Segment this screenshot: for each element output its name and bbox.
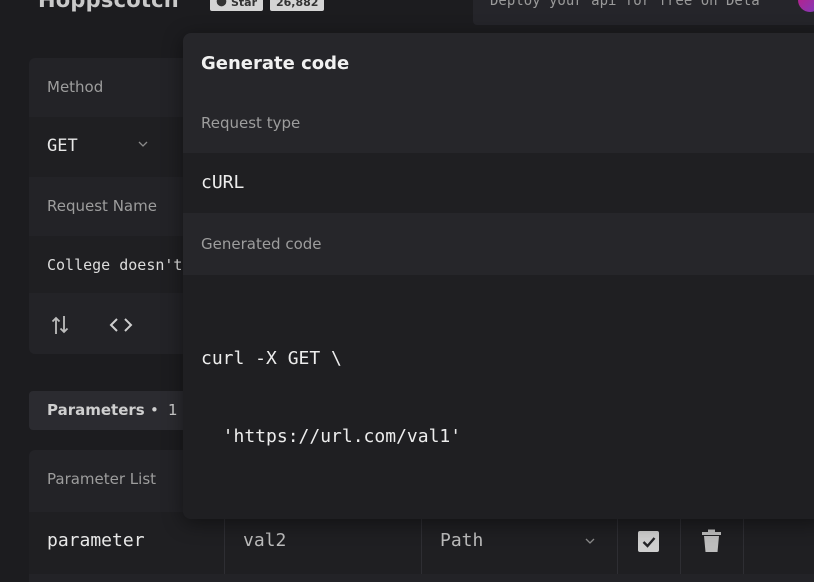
code-line: 'https://url.com/val1' (201, 426, 462, 447)
brand-logo-text[interactable]: Hoppscotch (38, 0, 179, 12)
github-icon (216, 0, 227, 10)
generated-code-label: Generated code (201, 235, 322, 253)
parameters-count-badge: 1 (168, 401, 178, 419)
method-label: Method (47, 78, 104, 96)
deta-logo-icon (798, 0, 814, 12)
code-brackets-icon[interactable] (107, 311, 135, 339)
deploy-banner-text: Deploy your api for free on Deta (490, 0, 760, 9)
request-name-label: Request Name (47, 197, 157, 215)
github-star-label: Star (231, 0, 258, 9)
github-star-button[interactable]: Star (210, 0, 264, 11)
cell-divider (617, 512, 618, 574)
checkbox-checked-icon[interactable] (638, 531, 659, 552)
request-name-value: College doesn't (47, 256, 183, 274)
cell-divider (421, 512, 422, 574)
github-star-count[interactable]: 26,882 (270, 0, 325, 11)
generated-code-block[interactable]: curl -X GET \ 'https://url.com/val1' (201, 294, 461, 476)
deploy-banner[interactable]: Deploy your api for free on Deta (473, 0, 814, 25)
cell-divider (680, 512, 681, 574)
request-type-select[interactable] (183, 153, 814, 213)
code-line: curl -X GET \ (201, 348, 342, 369)
request-type-label: Request type (201, 114, 301, 132)
swap-vertical-icon[interactable] (46, 311, 74, 339)
parameter-value-input[interactable]: val2 (243, 530, 286, 551)
chevron-down-icon[interactable] (585, 537, 595, 548)
method-value: GET (47, 136, 78, 156)
parameter-type-select[interactable]: Path (440, 530, 483, 551)
parameters-separator: • (150, 401, 159, 419)
cell-divider (743, 512, 744, 574)
parameters-tab-label: Parameters (47, 401, 145, 419)
cell-divider (224, 512, 225, 574)
request-type-value: cURL (201, 172, 245, 193)
modal-title: Generate code (201, 53, 350, 74)
parameter-key-input[interactable]: parameter (47, 530, 145, 551)
trash-icon[interactable] (701, 529, 722, 553)
parameter-list-label: Parameter List (47, 470, 157, 488)
chevron-down-icon (138, 140, 148, 151)
